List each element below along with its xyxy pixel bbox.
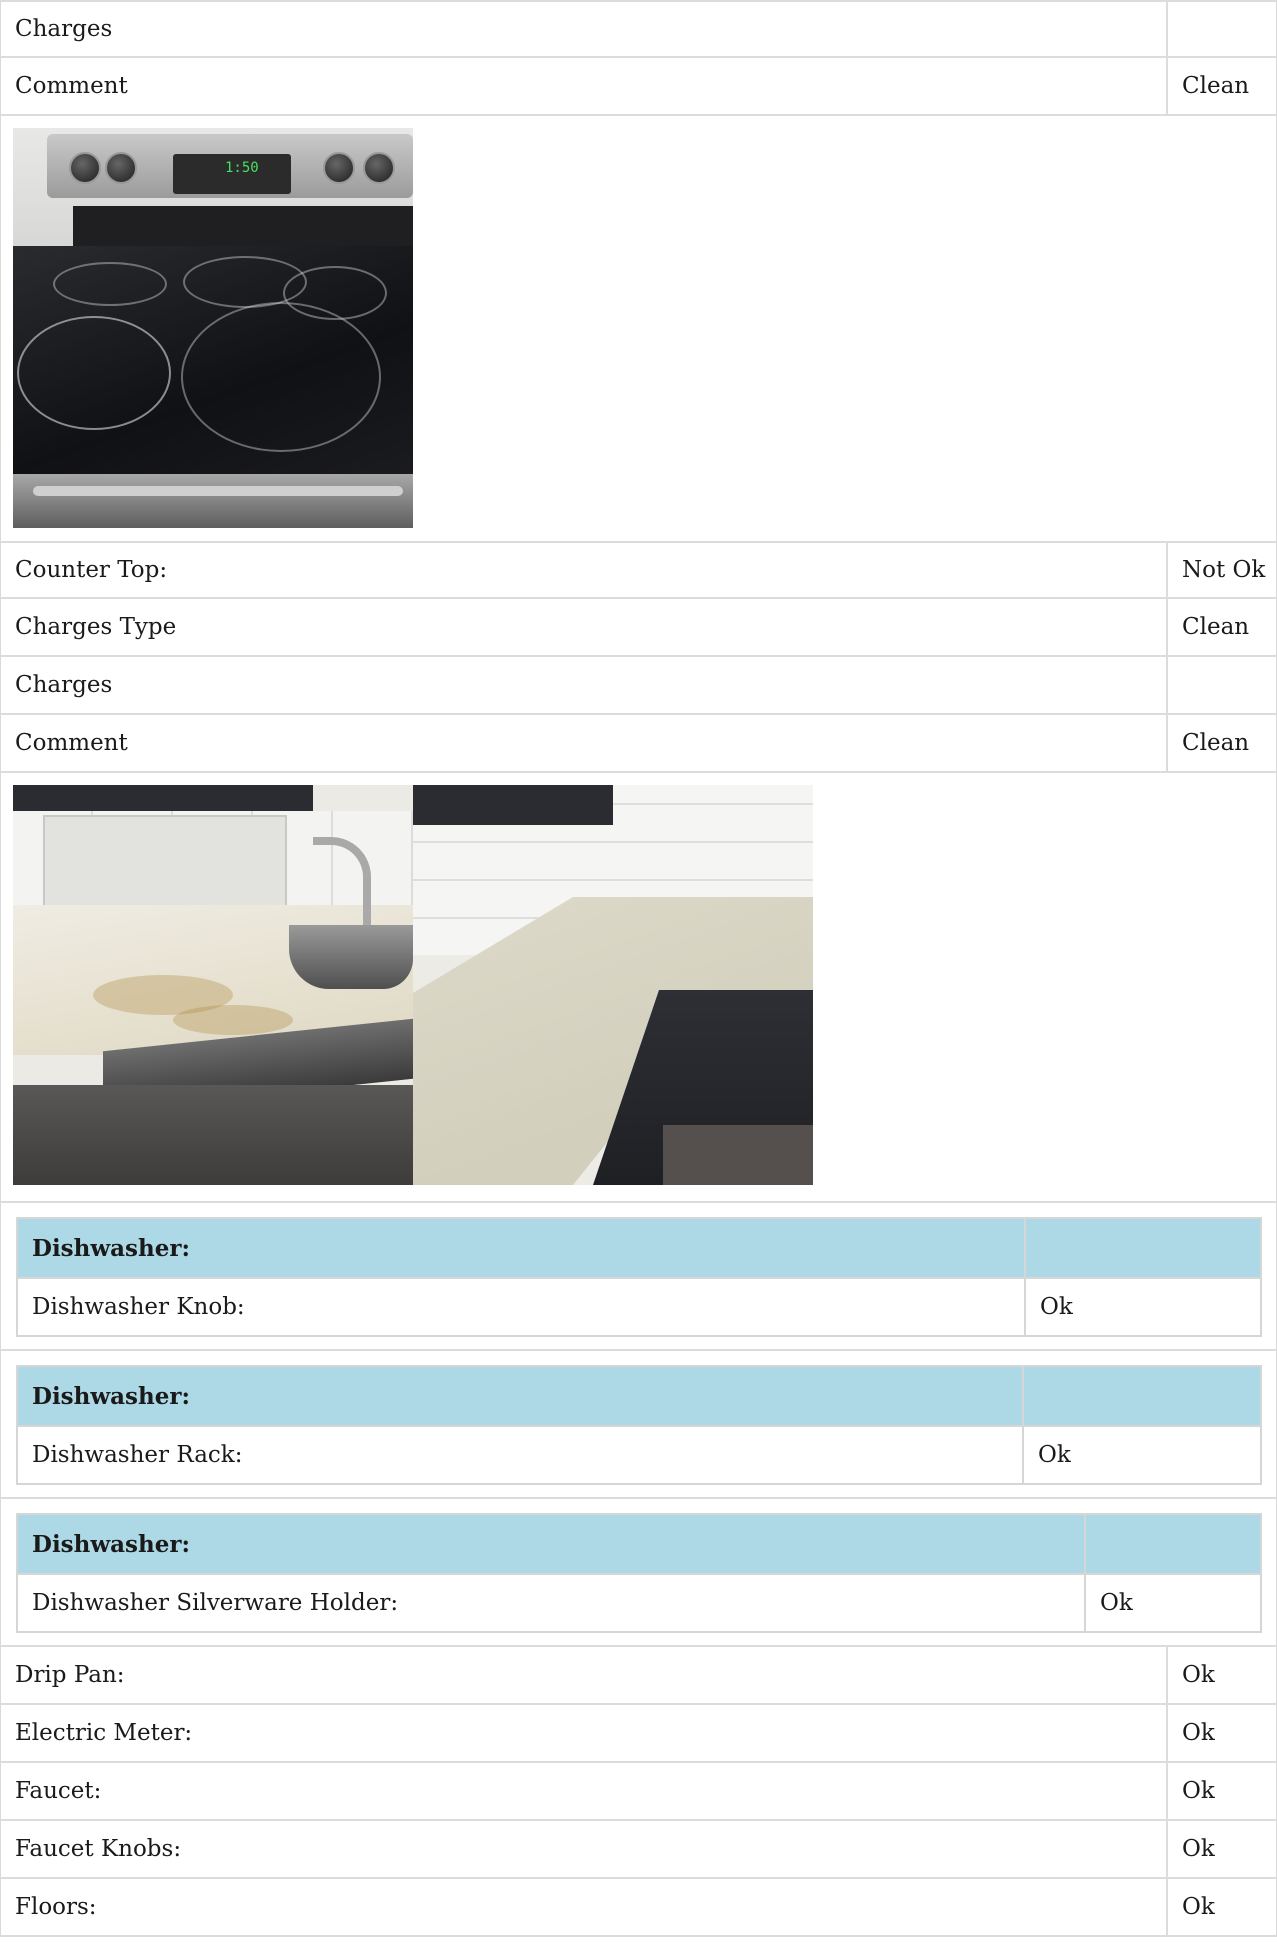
- floors-row: Floors: Ok: [0, 1879, 1277, 1937]
- dishwasher-knob-table: Dishwasher: Dishwasher Knob: Ok: [16, 1217, 1262, 1337]
- dishwasher-rack-table: Dishwasher: Dishwasher Rack: Ok: [16, 1365, 1262, 1485]
- comment-label: Comment: [1, 58, 1168, 114]
- stove-display-readout: 1:50: [225, 160, 259, 176]
- counter-top-label: Counter Top:: [1, 543, 1168, 597]
- dishwasher-header-value: [1086, 1515, 1260, 1573]
- dishwasher-header-label: Dishwasher:: [18, 1367, 1024, 1425]
- dishwasher-knob-value: Ok: [1040, 1294, 1073, 1320]
- electric-meter-row: Electric Meter: Ok: [0, 1705, 1277, 1763]
- counter-comment-value: Clean: [1182, 730, 1250, 756]
- counter-charges-value: [1168, 657, 1276, 713]
- dishwasher-header-value: [1026, 1219, 1260, 1277]
- counter-comment-label: Comment: [1, 715, 1168, 771]
- charges-type-label: Charges Type: [1, 599, 1168, 655]
- counter-charges-row: Charges: [0, 657, 1277, 715]
- faucet-value: Ok: [1182, 1778, 1215, 1804]
- faucet-knobs-label: Faucet Knobs:: [1, 1821, 1168, 1877]
- charges-label: Charges: [1, 2, 1168, 56]
- dishwasher-header: Dishwasher:: [18, 1515, 1260, 1575]
- electric-meter-label: Electric Meter:: [1, 1705, 1168, 1761]
- dishwasher-silverware-value: Ok: [1100, 1590, 1133, 1616]
- comment-row: Comment Clean: [0, 58, 1277, 116]
- counter-top-row: Counter Top: Not Ok: [0, 541, 1277, 599]
- dishwasher-silverware-row: Dishwasher Silverware Holder: Ok: [18, 1575, 1260, 1631]
- dishwasher-silverware-table: Dishwasher: Dishwasher Silverware Holder…: [16, 1513, 1262, 1633]
- counter-photo-row: [0, 773, 1277, 1201]
- dishwasher-silverware-section: Dishwasher: Dishwasher Silverware Holder…: [0, 1499, 1277, 1647]
- counter-photo-1[interactable]: [13, 785, 413, 1185]
- dishwasher-header: Dishwasher:: [18, 1219, 1260, 1279]
- floors-label: Floors:: [1, 1879, 1168, 1935]
- charges-row: Charges: [0, 0, 1277, 58]
- dishwasher-rack-value: Ok: [1038, 1442, 1071, 1468]
- drip-pan-value: Ok: [1182, 1662, 1215, 1688]
- counter-charges-label: Charges: [1, 657, 1168, 713]
- drip-pan-label: Drip Pan:: [1, 1647, 1168, 1703]
- faucet-row: Faucet: Ok: [0, 1763, 1277, 1821]
- faucet-label: Faucet:: [1, 1763, 1168, 1819]
- dishwasher-silverware-label: Dishwasher Silverware Holder:: [18, 1575, 1086, 1631]
- dishwasher-knob-label: Dishwasher Knob:: [18, 1279, 1026, 1335]
- dishwasher-header: Dishwasher:: [18, 1367, 1260, 1427]
- counter-top-value: Not Ok: [1182, 557, 1266, 583]
- dishwasher-rack-row: Dishwasher Rack: Ok: [18, 1427, 1260, 1483]
- dishwasher-header-label: Dishwasher:: [18, 1515, 1086, 1573]
- dishwasher-header-label: Dishwasher:: [18, 1219, 1026, 1277]
- charges-value: [1168, 2, 1276, 56]
- charges-type-value: Clean: [1182, 614, 1250, 640]
- charges-type-row: Charges Type Clean: [0, 599, 1277, 657]
- stove-photo-row: 1:50: [0, 116, 1277, 541]
- electric-meter-value: Ok: [1182, 1720, 1215, 1746]
- drip-pan-row: Drip Pan: Ok: [0, 1647, 1277, 1705]
- dishwasher-rack-section: Dishwasher: Dishwasher Rack: Ok: [0, 1351, 1277, 1499]
- dishwasher-knob-section: Dishwasher: Dishwasher Knob: Ok: [0, 1201, 1277, 1351]
- counter-comment-row: Comment Clean: [0, 715, 1277, 773]
- dishwasher-header-value: [1024, 1367, 1260, 1425]
- dishwasher-knob-row: Dishwasher Knob: Ok: [18, 1279, 1260, 1335]
- counter-photo-2[interactable]: [413, 785, 813, 1185]
- comment-value: Clean: [1182, 73, 1250, 99]
- floors-value: Ok: [1182, 1894, 1215, 1920]
- stove-photo[interactable]: 1:50: [13, 128, 413, 528]
- dishwasher-rack-label: Dishwasher Rack:: [18, 1427, 1024, 1483]
- faucet-knobs-value: Ok: [1182, 1836, 1215, 1862]
- faucet-knobs-row: Faucet Knobs: Ok: [0, 1821, 1277, 1879]
